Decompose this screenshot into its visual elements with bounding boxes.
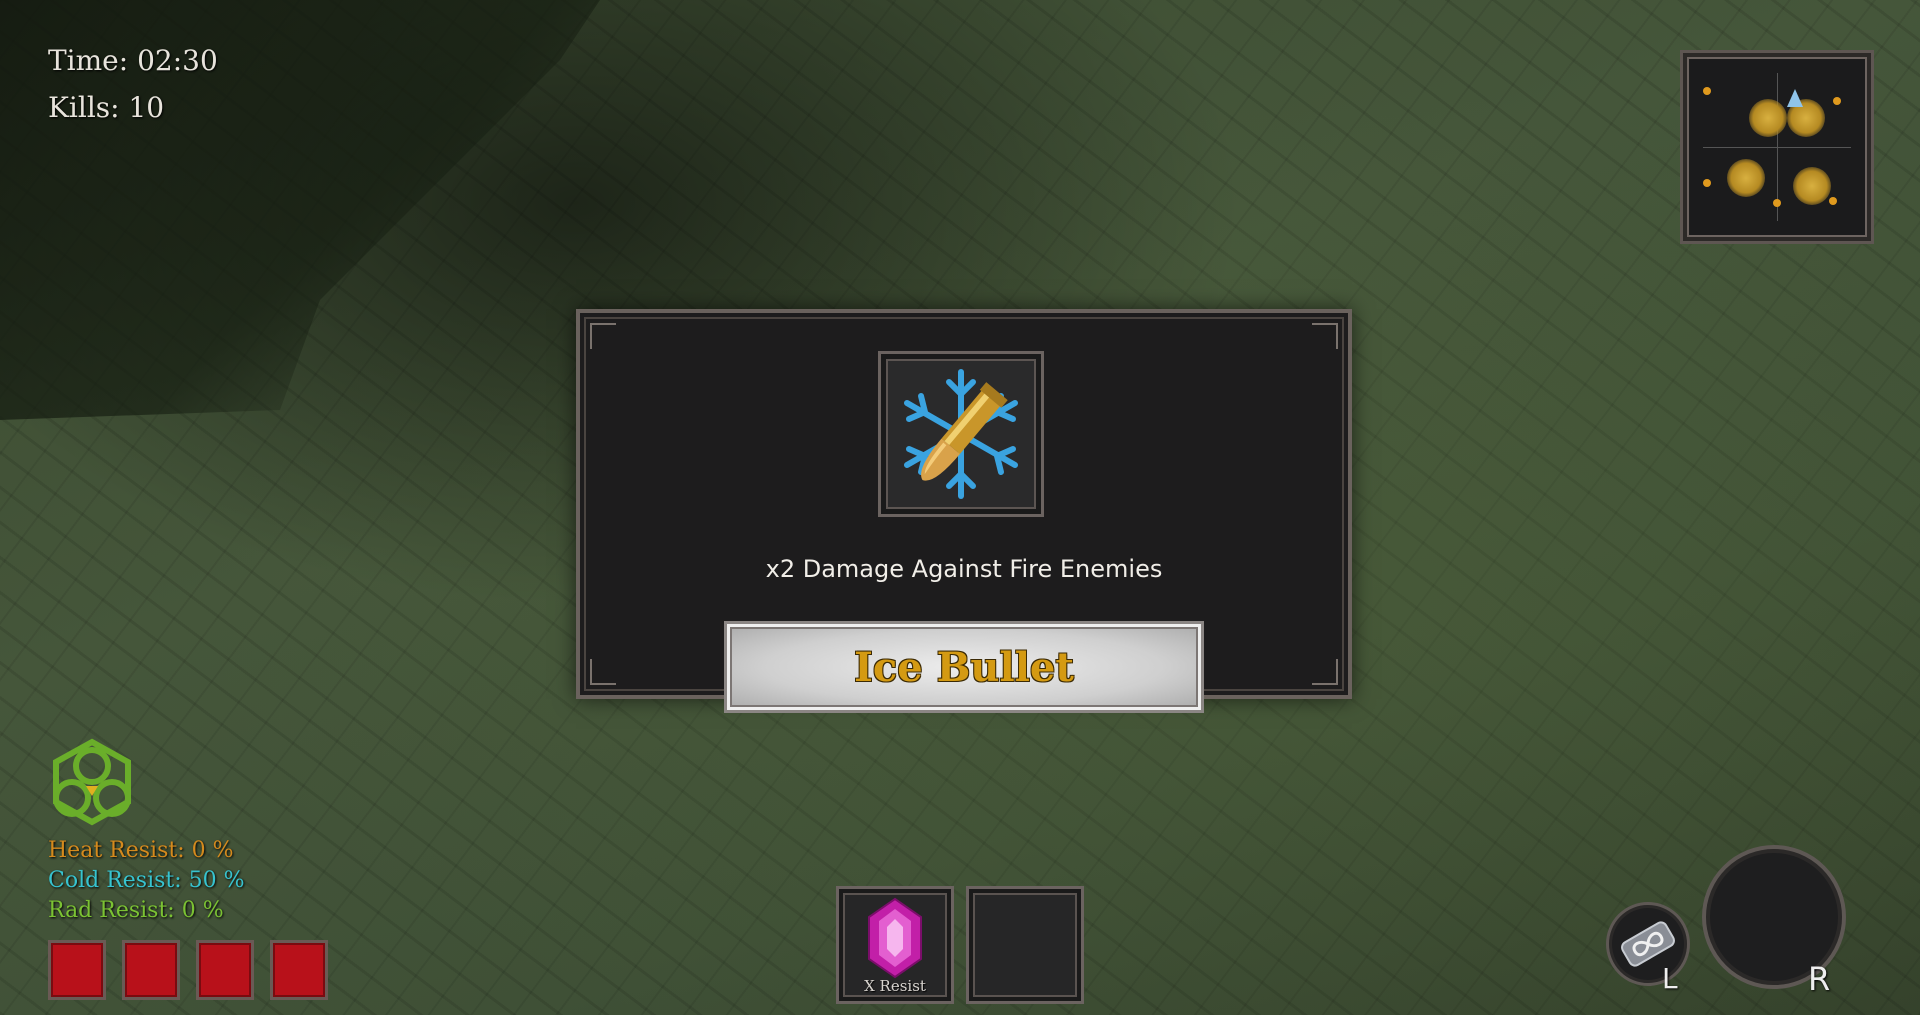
player-arrow-icon [1787, 89, 1803, 107]
inventory-slot-label: X Resist [864, 977, 926, 995]
item-icon-frame [878, 351, 1044, 517]
frame-corner [1312, 659, 1338, 685]
frame-corner [1312, 323, 1338, 349]
minimap-zone-marker [1749, 99, 1787, 137]
health-cell [122, 940, 180, 1000]
cold-resist-readout: Cold Resist: 50 % [48, 868, 245, 893]
left-key-label: L [1662, 962, 1678, 995]
minimap-enemy-dot [1829, 197, 1837, 205]
heat-resist-readout: Heat Resist: 0 % [48, 838, 234, 863]
minimap [1680, 50, 1874, 244]
right-key-label: R [1808, 960, 1831, 998]
frame-corner [590, 323, 616, 349]
item-name-label: Ice Bullet [854, 643, 1074, 691]
rad-resist-readout: Rad Resist: 0 % [48, 898, 224, 923]
pink-crystal-icon [868, 897, 922, 979]
inventory-slot-1[interactable]: X Resist [836, 886, 954, 1004]
time-readout: Time: 02:30 [48, 44, 218, 77]
item-name-button[interactable]: Ice Bullet [724, 621, 1204, 713]
health-cell [270, 940, 328, 1000]
kills-readout: Kills: 10 [48, 91, 165, 124]
health-bar [48, 940, 328, 1000]
health-cell [48, 940, 106, 1000]
minimap-enemy-dot [1833, 97, 1841, 105]
minimap-enemy-dot [1773, 199, 1781, 207]
resist-panel: Heat Resist: 0 % Cold Resist: 50 % Rad R… [48, 836, 245, 926]
frame-corner [590, 659, 616, 685]
item-pickup-dialog: x2 Damage Against Fire Enemies Ice Bulle… [576, 309, 1352, 713]
top-left-hud: Time: 02:30 Kills: 10 [48, 44, 218, 138]
minimap-enemy-dot [1703, 179, 1711, 187]
minimap-zone-marker [1793, 167, 1831, 205]
ice-bullet-icon [904, 369, 1018, 499]
item-description: x2 Damage Against Fire Enemies [765, 555, 1163, 583]
health-cell [196, 940, 254, 1000]
minimap-enemy-dot [1703, 87, 1711, 95]
inventory-slot-2[interactable] [966, 886, 1084, 1004]
minimap-zone-marker [1727, 159, 1765, 197]
biohazard-icon [53, 738, 131, 826]
